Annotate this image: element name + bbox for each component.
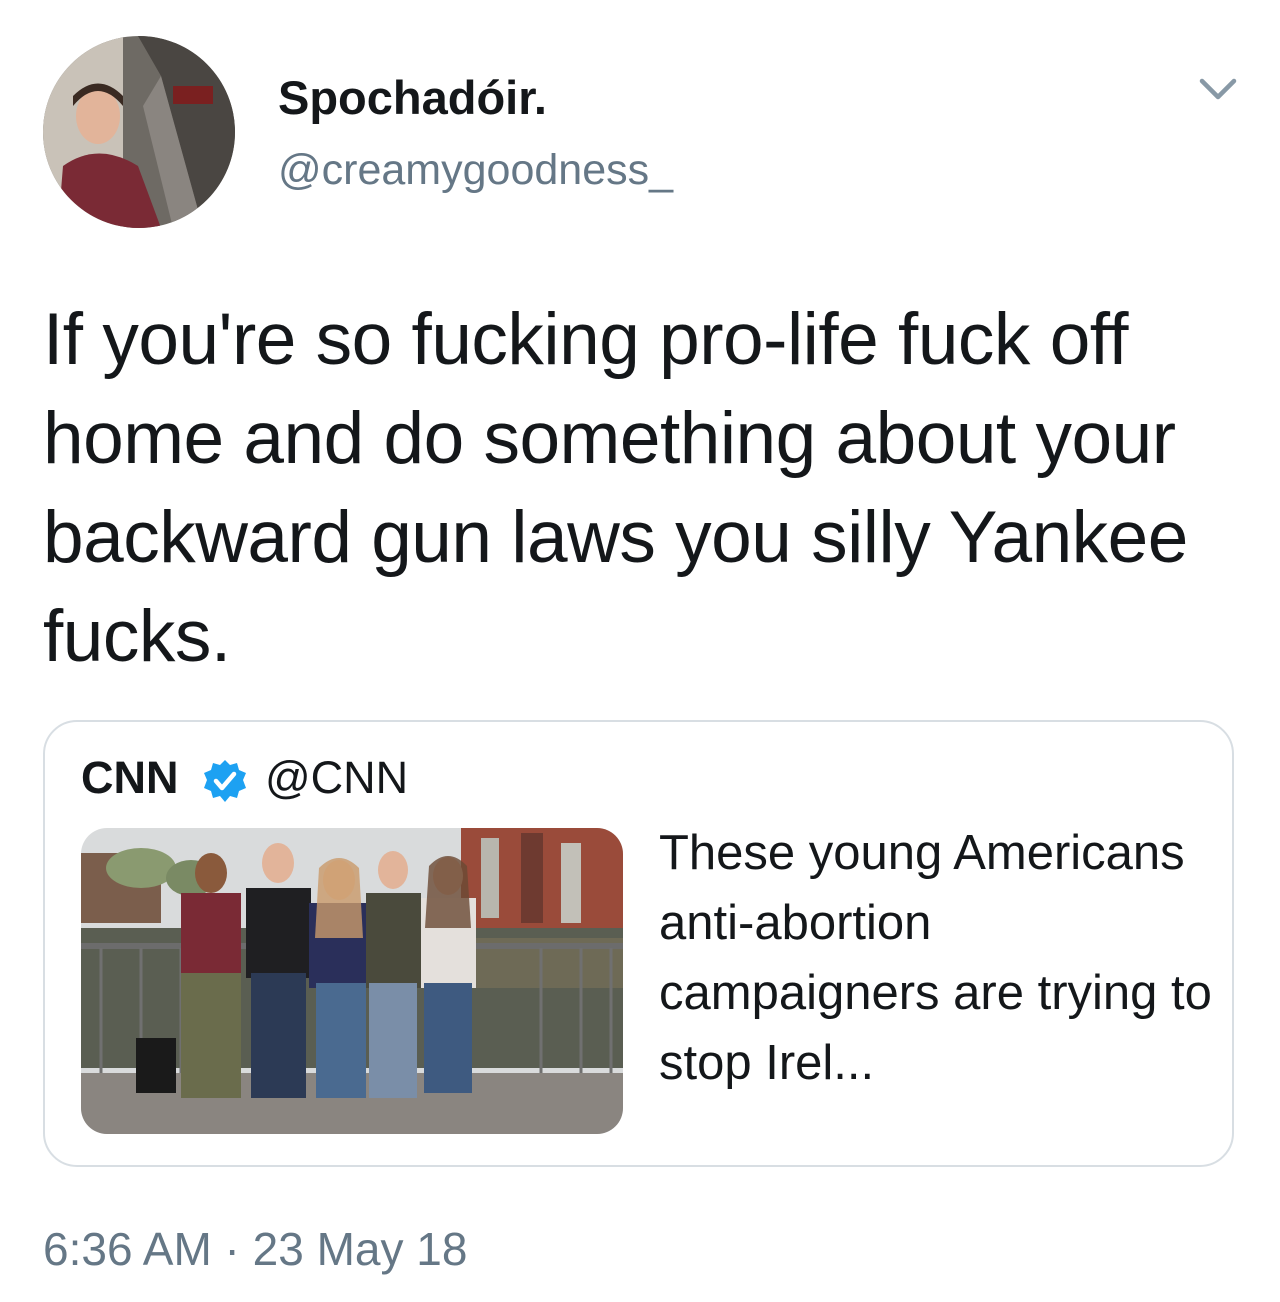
tweet-timestamp[interactable]: 6:36 AM · 23 May 18 — [43, 1222, 467, 1276]
chevron-down-icon[interactable] — [1196, 72, 1240, 108]
verified-badge-icon — [202, 758, 248, 804]
quoted-tweet-text: These young Americans anti-abortion camp… — [659, 826, 1212, 1090]
author-handle: @creamygoodness_ — [278, 146, 674, 194]
quoted-author-handle: @CNN — [265, 752, 409, 803]
author-display-name[interactable]: Spochadóir. — [278, 70, 547, 125]
quoted-author-name: CNN — [81, 752, 179, 803]
tweet-text: If you're so fucking pro-life fuck off h… — [43, 299, 1188, 677]
quoted-tweet-card[interactable]: CNN @CNN These young Americans anti-abor… — [43, 720, 1234, 1167]
avatar-image — [43, 36, 235, 228]
quoted-tweet-photo[interactable] — [81, 828, 623, 1134]
avatar[interactable] — [43, 36, 235, 228]
